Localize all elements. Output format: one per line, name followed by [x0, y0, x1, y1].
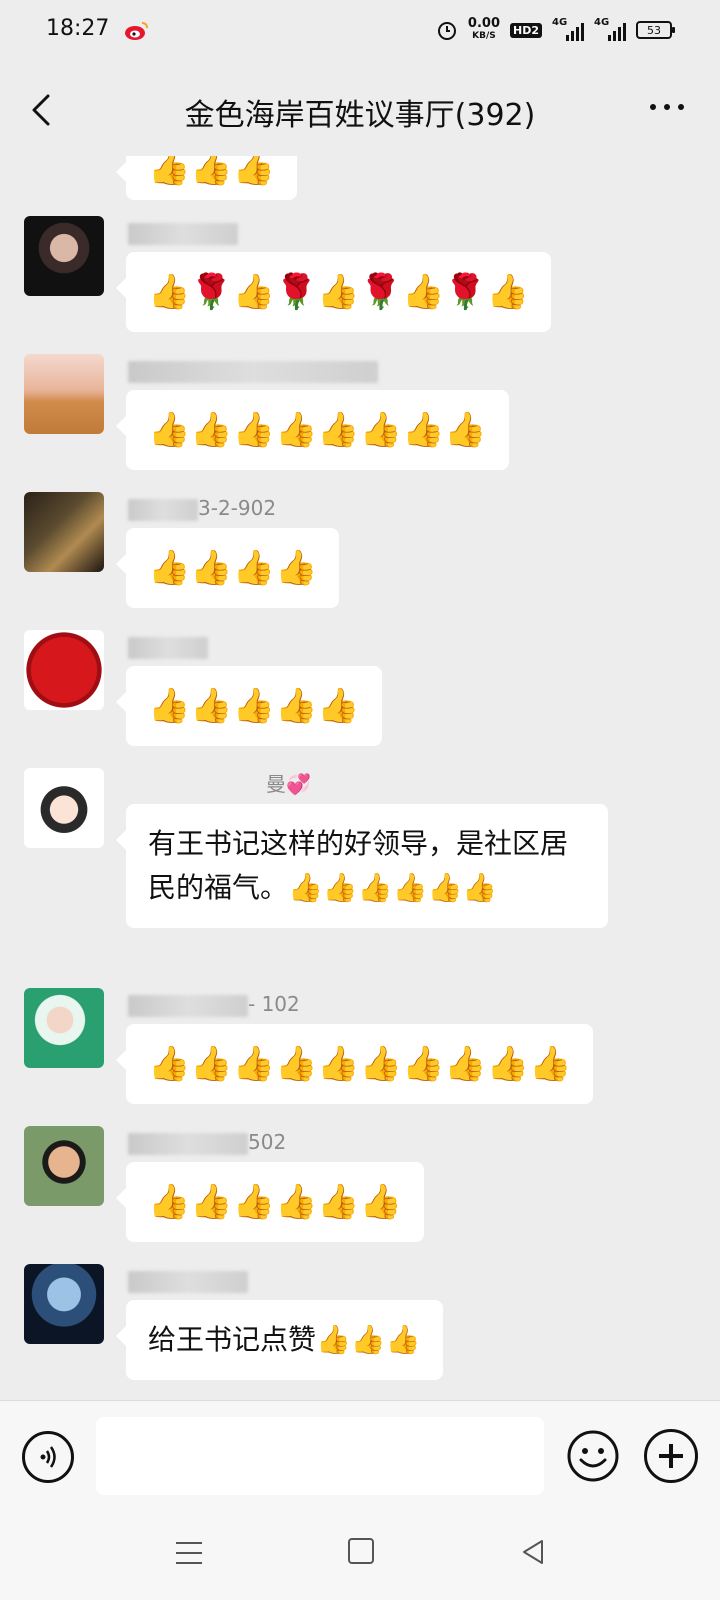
status-time: 18:27	[46, 16, 110, 41]
input-bar	[0, 1400, 720, 1510]
message-bubble[interactable]: 给王书记点赞👍👍👍	[116, 1300, 443, 1380]
message-bubble[interactable]: 👍👍👍👍	[115, 528, 340, 608]
message-input[interactable]	[96, 1417, 544, 1495]
add-icon[interactable]	[644, 1429, 698, 1483]
net-speed: 0.00 KB/S	[467, 16, 500, 41]
battery-icon: 53	[636, 21, 675, 39]
sender-name: - 102	[128, 990, 300, 1018]
message-list[interactable]: 👍👍👍 👍🌹👍🌹👍🌹👍🌹👍 👍👍👍👍👍👍👍👍 3-2-902 👍👍👍👍 👍👍👍👍…	[0, 156, 720, 1400]
message-bubble[interactable]: 👍🌹👍🌹👍🌹👍🌹👍	[115, 252, 552, 332]
avatar[interactable]	[24, 988, 104, 1068]
emoji-icon[interactable]	[566, 1429, 620, 1483]
signal-icon: 4G	[552, 17, 584, 41]
hd-badge: HD2	[510, 22, 542, 38]
chat-title: 金色海岸百姓议事厅(392)	[184, 98, 536, 133]
sender-name: 曼💞	[266, 772, 311, 796]
message-bubble[interactable]: 👍👍👍👍👍👍👍👍	[116, 390, 509, 470]
menu-icon[interactable]	[176, 1542, 202, 1564]
sender-name: 502	[128, 1128, 286, 1156]
alarm-icon	[437, 22, 456, 40]
message-bubble[interactable]: 👍👍👍👍👍	[116, 666, 382, 746]
chat-header: 金色海岸百姓议事厅(392)	[0, 64, 720, 156]
sender-name	[128, 1266, 248, 1294]
more-dots-icon[interactable]	[650, 104, 684, 110]
system-nav-bar	[0, 1510, 720, 1600]
message-bubble[interactable]: 有王书记这样的好领导，是社区居民的福气。👍👍👍👍👍👍	[116, 804, 608, 928]
status-bar: 18:27 0.00 KB/S HD2 4G 4G 53	[0, 0, 720, 64]
avatar[interactable]	[24, 768, 104, 848]
back-triangle-icon[interactable]	[520, 1538, 546, 1566]
avatar[interactable]	[24, 630, 104, 710]
avatar[interactable]	[24, 1126, 104, 1206]
avatar[interactable]	[24, 1264, 104, 1344]
sender-name	[128, 356, 378, 384]
avatar[interactable]	[24, 216, 104, 296]
sender-name: 3-2-902	[128, 494, 276, 522]
signal-icon-2: 4G	[594, 17, 626, 41]
home-icon[interactable]	[348, 1538, 374, 1564]
avatar[interactable]	[24, 354, 104, 434]
message-bubble[interactable]: 👍👍👍👍👍👍	[115, 1162, 425, 1242]
sender-name	[128, 218, 238, 246]
sender-name	[128, 632, 208, 660]
message-bubble[interactable]: 👍👍👍	[115, 156, 298, 200]
weibo-icon	[125, 22, 148, 40]
voice-icon[interactable]	[22, 1431, 74, 1483]
avatar[interactable]	[24, 492, 104, 572]
message-bubble[interactable]: 👍👍👍👍👍👍👍👍👍👍	[115, 1024, 594, 1104]
